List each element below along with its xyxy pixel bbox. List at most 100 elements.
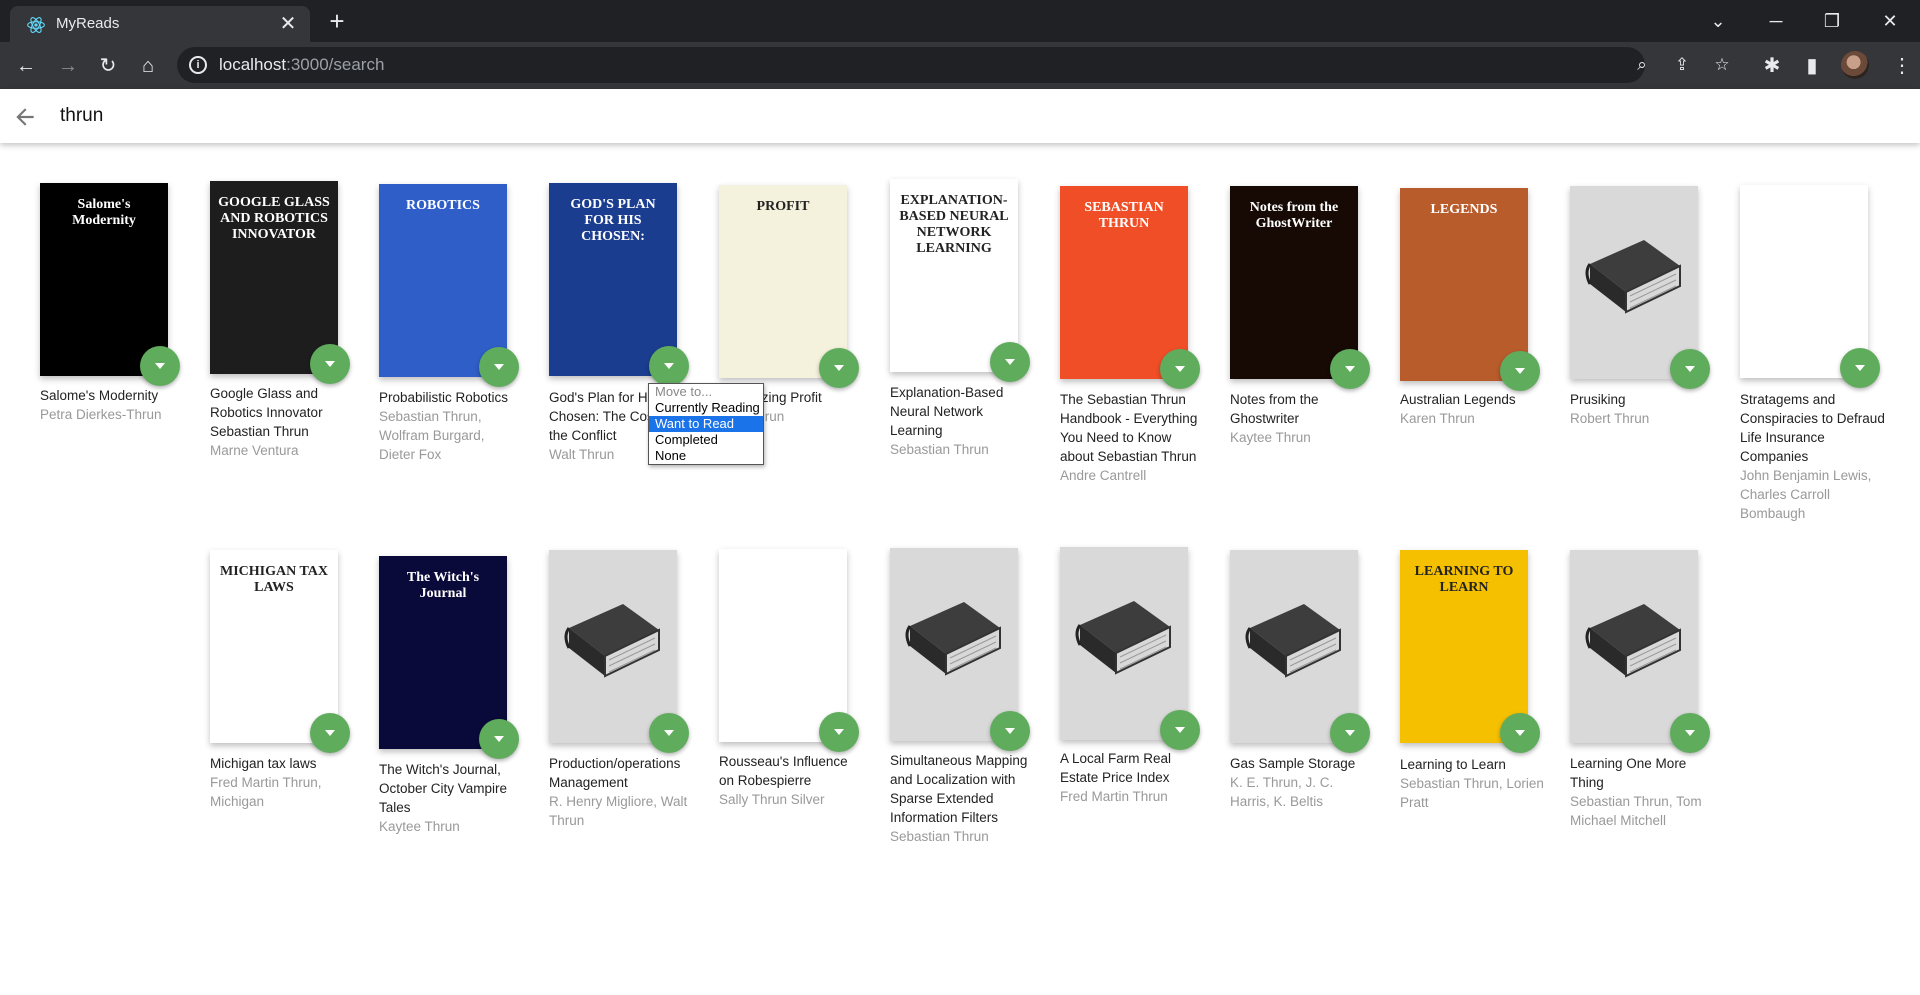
cover-text: The Witch's Journal bbox=[406, 570, 480, 601]
react-icon bbox=[27, 17, 45, 33]
book-authors: Petra Dierkes-Thrun bbox=[40, 407, 162, 422]
shelf-changer-button[interactable] bbox=[479, 719, 519, 759]
book-title: Explanation-Based Neural Network Learnin… bbox=[890, 385, 1004, 438]
tab-search-icon[interactable]: ⌄ bbox=[1700, 7, 1736, 35]
close-window-icon[interactable]: ✕ bbox=[1872, 7, 1908, 35]
shelf-changer-button[interactable] bbox=[1840, 348, 1880, 388]
shelf-changer-button[interactable] bbox=[1160, 349, 1200, 389]
search-input[interactable] bbox=[60, 101, 1560, 131]
search-bar bbox=[0, 89, 1920, 143]
book-title: The Sebastian Thrun Handbook - Everythin… bbox=[1060, 392, 1198, 464]
book-authors: Andre Cantrell bbox=[1060, 468, 1147, 483]
book-title: Notes from the Ghostwriter bbox=[1230, 392, 1319, 426]
book-placeholder-icon bbox=[905, 602, 1001, 676]
book-cover bbox=[1230, 550, 1358, 743]
browser-toolbar: ← → ↻ ⌂ i localhost:3000/search ⌕ ⇪ ☆ ✱ … bbox=[0, 42, 1920, 89]
book-authors: Sebastian Thrun bbox=[890, 829, 989, 844]
shelf-changer-button[interactable] bbox=[140, 346, 180, 386]
cover-text: MICHIGAN TAX LAWS bbox=[220, 564, 328, 595]
dropdown-option[interactable]: None bbox=[649, 448, 763, 464]
shelf-changer-button[interactable] bbox=[649, 346, 689, 386]
book-cover bbox=[719, 549, 847, 742]
tab-title: MyReads bbox=[56, 15, 120, 32]
new-tab-button[interactable]: + bbox=[323, 8, 351, 36]
share-icon[interactable]: ⇪ bbox=[1670, 53, 1694, 77]
cover-text: Notes from the GhostWriter bbox=[1249, 200, 1339, 231]
side-panel-icon[interactable]: ▮ bbox=[1796, 50, 1828, 82]
minimize-icon[interactable]: ─ bbox=[1758, 7, 1794, 35]
book-title: A Local Farm Real Estate Price Index bbox=[1060, 751, 1172, 785]
book-title: Salome's Modernity bbox=[40, 388, 159, 403]
shelf-changer-button[interactable] bbox=[1500, 713, 1540, 753]
book-title: Probabilistic Robotics bbox=[379, 390, 509, 405]
shelf-changer-button[interactable] bbox=[310, 344, 350, 384]
book-authors: Sebastian Thrun, Lorien Pratt bbox=[1400, 776, 1544, 810]
book-cover: SEBASTIAN THRUN bbox=[1060, 186, 1188, 379]
book-title: Learning One More Thing bbox=[1570, 756, 1687, 790]
book-cover: EXPLANATION-BASED NEURAL NETWORK LEARNIN… bbox=[890, 179, 1018, 372]
book-authors: Fred Martin Thrun, Michigan bbox=[210, 775, 322, 809]
shelf-changer-button[interactable] bbox=[649, 713, 689, 753]
book-cover bbox=[1570, 550, 1698, 743]
dropdown-option[interactable]: Want to Read bbox=[649, 416, 763, 432]
book-authors: Sebastian Thrun, Wolfram Burgard, Dieter… bbox=[379, 409, 485, 462]
book-placeholder-icon bbox=[1075, 601, 1171, 675]
zoom-icon[interactable]: ⌕ bbox=[1630, 53, 1654, 77]
shelf-changer-button[interactable] bbox=[310, 713, 350, 753]
browser-tab-bar: MyReads ✕ + ⌄ ─ ❐ ✕ bbox=[0, 0, 1920, 42]
shelf-changer-button[interactable] bbox=[1330, 713, 1370, 753]
url-text[interactable]: localhost:3000/search bbox=[219, 55, 384, 75]
menu-icon[interactable]: ⋮ bbox=[1886, 50, 1918, 82]
book-title: Prusiking bbox=[1570, 392, 1626, 407]
shelf-changer-button[interactable] bbox=[1670, 349, 1710, 389]
book-title: Australian Legends bbox=[1400, 392, 1516, 407]
book-cover: LEARNING TO LEARN bbox=[1400, 550, 1528, 743]
cover-text: PROFIT bbox=[756, 199, 810, 214]
shelf-changer-button[interactable] bbox=[990, 711, 1030, 751]
book-authors: Kaytee Thrun bbox=[1230, 430, 1311, 445]
book-title: Michigan tax laws bbox=[210, 756, 317, 771]
close-tab-icon[interactable]: ✕ bbox=[276, 12, 300, 36]
shelf-changer-button[interactable] bbox=[479, 347, 519, 387]
extensions-icon[interactable]: ✱ bbox=[1756, 50, 1788, 82]
book-authors: Sebastian Thrun, Tom Michael Mitchell bbox=[1570, 794, 1702, 828]
book-title: Learning to Learn bbox=[1400, 757, 1506, 772]
book-authors: R. Henry Migliore, Walt Thrun bbox=[549, 794, 688, 828]
book-title: Simultaneous Mapping and Localization wi… bbox=[890, 753, 1028, 825]
book-placeholder-icon bbox=[1585, 240, 1681, 314]
book-authors: K. E. Thrun, J. C. Harris, K. Beltis bbox=[1230, 775, 1334, 809]
cover-text: ROBOTICS bbox=[406, 198, 480, 213]
book-authors: Sally Thrun Silver bbox=[719, 792, 825, 807]
shelf-changer-button[interactable] bbox=[819, 712, 859, 752]
reload-icon[interactable]: ↻ bbox=[92, 50, 124, 82]
home-icon[interactable]: ⌂ bbox=[132, 50, 164, 82]
book-placeholder-icon bbox=[1585, 604, 1681, 678]
book-title: Google Glass and Robotics Innovator Seba… bbox=[210, 386, 323, 439]
profile-avatar[interactable] bbox=[1841, 51, 1869, 79]
url-host: localhost bbox=[219, 55, 287, 74]
forward-icon[interactable]: → bbox=[52, 50, 84, 82]
shelf-changer-button[interactable] bbox=[990, 342, 1030, 382]
book-cover: GOD'S PLAN FOR HIS CHOSEN: bbox=[549, 183, 677, 376]
shelf-changer-button[interactable] bbox=[1330, 349, 1370, 389]
dropdown-option[interactable]: Currently Reading bbox=[649, 400, 763, 416]
book-authors: Karen Thrun bbox=[1400, 411, 1475, 426]
site-info-icon[interactable]: i bbox=[189, 56, 207, 74]
shelf-changer-button[interactable] bbox=[1500, 351, 1540, 391]
book-placeholder-icon bbox=[564, 604, 660, 678]
close-search-arrow-icon[interactable] bbox=[12, 104, 38, 130]
browser-tab[interactable]: MyReads ✕ bbox=[10, 6, 310, 42]
shelf-changer-button[interactable] bbox=[1160, 710, 1200, 750]
back-icon[interactable]: ← bbox=[10, 50, 42, 82]
book-authors: Robert Thrun bbox=[1570, 411, 1650, 426]
shelf-dropdown[interactable]: Move to... Currently Reading Want to Read C… bbox=[648, 383, 764, 465]
restore-icon[interactable]: ❐ bbox=[1814, 7, 1850, 35]
dropdown-option[interactable]: Completed bbox=[649, 432, 763, 448]
book-cover bbox=[1740, 185, 1868, 378]
address-bar[interactable]: i localhost:3000/search ⌕ ⇪ ☆ bbox=[177, 47, 1730, 83]
book-authors: Fred Martin Thrun bbox=[1060, 789, 1168, 804]
shelf-changer-button[interactable] bbox=[1670, 713, 1710, 753]
book-title: Stratagems and Conspiracies to Defraud L… bbox=[1740, 392, 1885, 464]
bookmark-star-icon[interactable]: ☆ bbox=[1710, 53, 1734, 77]
shelf-changer-button[interactable] bbox=[819, 348, 859, 388]
